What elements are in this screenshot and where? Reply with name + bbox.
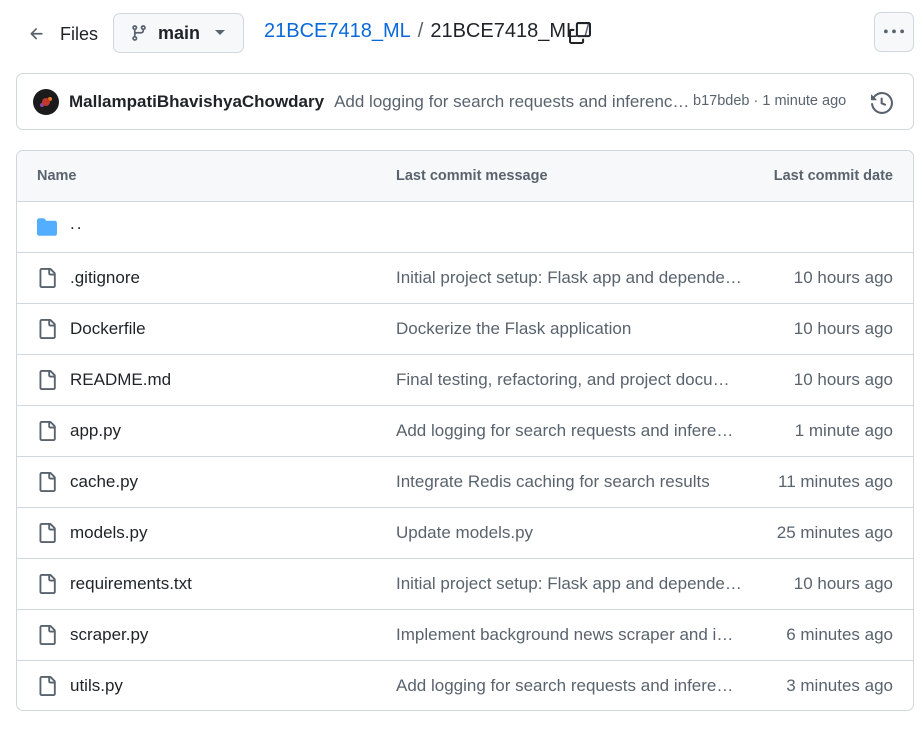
history-button[interactable]	[869, 90, 895, 116]
file-commit-date: 1 minute ago	[794, 421, 893, 440]
avatar[interactable]	[33, 88, 59, 115]
folder-icon	[37, 218, 57, 236]
table-row[interactable]: requirements.txt Initial project setup: F…	[17, 559, 913, 610]
table-row[interactable]: .gitignore Initial project setup: Flask a…	[17, 253, 913, 304]
file-commit-date: 25 minutes ago	[776, 523, 893, 542]
file-commit-date: 10 hours ago	[793, 574, 893, 593]
commit-time: 1 minute ago	[762, 93, 847, 109]
file-icon	[39, 370, 56, 390]
table-row[interactable]: cache.py Integrate Redis caching for sear…	[17, 457, 913, 508]
caret-down-icon	[215, 30, 225, 35]
file-name-link[interactable]: app.py	[70, 421, 121, 441]
file-icon	[39, 268, 56, 288]
file-commit-message-link[interactable]: Initial project setup: Flask app and dep…	[396, 268, 742, 288]
table-row[interactable]: Dockerfile Dockerize the Flask applicatio…	[17, 304, 913, 355]
table-row[interactable]: README.md Final testing, refactoring, and…	[17, 355, 913, 406]
copy-icon	[569, 22, 591, 44]
commit-sha-link[interactable]: b17bdeb	[693, 93, 749, 109]
file-icon	[39, 421, 56, 441]
breadcrumb: 21BCE7418_ML / 21BCE7418_ML /	[264, 20, 597, 43]
file-icon	[39, 523, 56, 543]
file-icon	[39, 625, 56, 645]
file-commit-message-link[interactable]: Initial project setup: Flask app and dep…	[396, 574, 742, 594]
column-header-name: Name	[37, 168, 77, 184]
commit-meta-dot: ·	[753, 93, 759, 109]
file-commit-message-link[interactable]: Final testing, refactoring, and project …	[396, 370, 742, 390]
column-header-message: Last commit message	[396, 168, 548, 184]
arrow-left-icon	[30, 28, 43, 40]
file-icon	[39, 472, 56, 492]
history-icon	[871, 92, 893, 114]
file-commit-message-link[interactable]: Dockerize the Flask application	[396, 319, 742, 339]
file-name-link[interactable]: cache.py	[70, 472, 138, 492]
file-table: Name Last commit message Last commit dat…	[16, 150, 914, 711]
branch-selector-button[interactable]: main	[113, 13, 244, 53]
breadcrumb-current: 21BCE7418_ML	[430, 20, 578, 42]
parent-directory-row[interactable]: ..	[17, 202, 913, 253]
table-row[interactable]: utils.py Add logging for search requests …	[17, 661, 913, 710]
parent-directory-link[interactable]: ..	[70, 214, 83, 234]
file-name-link[interactable]: requirements.txt	[70, 574, 192, 594]
file-name-link[interactable]: scraper.py	[70, 625, 148, 645]
file-name-link[interactable]: .gitignore	[70, 268, 140, 288]
files-label: Files	[60, 23, 99, 44]
file-commit-message-link[interactable]: Add logging for search requests and infe…	[396, 421, 742, 441]
branch-name: main	[158, 22, 201, 43]
file-commit-message-link[interactable]: Add logging for search requests and infe…	[396, 676, 742, 696]
git-branch-icon	[132, 25, 146, 41]
top-bar: Files main 21BCE7418_ML / 21BCE7418_ML /	[0, 0, 923, 66]
file-commit-date: 6 minutes ago	[786, 625, 893, 644]
kebab-horizontal-icon	[884, 29, 904, 34]
table-row[interactable]: models.py Update models.py 25 minutes ago	[17, 508, 913, 559]
table-row[interactable]: scraper.py Implement background news scra…	[17, 610, 913, 661]
commit-author-link[interactable]: MallampatiBhavishyaChowdary	[69, 92, 324, 112]
file-commit-message-link[interactable]: Integrate Redis caching for search resul…	[396, 472, 742, 492]
file-name-link[interactable]: models.py	[70, 523, 147, 543]
more-options-button[interactable]	[874, 12, 914, 52]
file-name-link[interactable]: utils.py	[70, 676, 123, 696]
file-commit-message-link[interactable]: Implement background news scraper and in…	[396, 625, 742, 645]
file-commit-date: 10 hours ago	[793, 268, 893, 287]
latest-commit-bar: MallampatiBhavishyaChowdary Add logging …	[16, 73, 914, 130]
file-name-link[interactable]: README.md	[70, 370, 171, 390]
table-row[interactable]: app.py Add logging for search requests an…	[17, 406, 913, 457]
file-commit-date: 10 hours ago	[793, 319, 893, 338]
copy-path-button[interactable]	[567, 20, 593, 46]
file-icon	[39, 676, 56, 696]
commit-meta: b17bdeb · 1 minute ago	[693, 93, 846, 109]
files-back-button[interactable]: Files	[20, 15, 106, 53]
breadcrumb-repo-link[interactable]: 21BCE7418_ML	[264, 20, 411, 43]
breadcrumb-separator: /	[417, 20, 424, 42]
file-commit-message-link[interactable]: Update models.py	[396, 523, 742, 543]
file-name-link[interactable]: Dockerfile	[70, 319, 146, 339]
file-icon	[39, 574, 56, 594]
file-icon	[39, 319, 56, 339]
commit-message-link[interactable]: Add logging for search requests and infe…	[334, 92, 690, 112]
table-header: Name Last commit message Last commit dat…	[17, 151, 913, 202]
file-commit-date: 10 hours ago	[793, 370, 893, 389]
column-header-date: Last commit date	[773, 168, 893, 184]
file-commit-date: 11 minutes ago	[778, 472, 893, 491]
file-commit-date: 3 minutes ago	[786, 676, 893, 695]
